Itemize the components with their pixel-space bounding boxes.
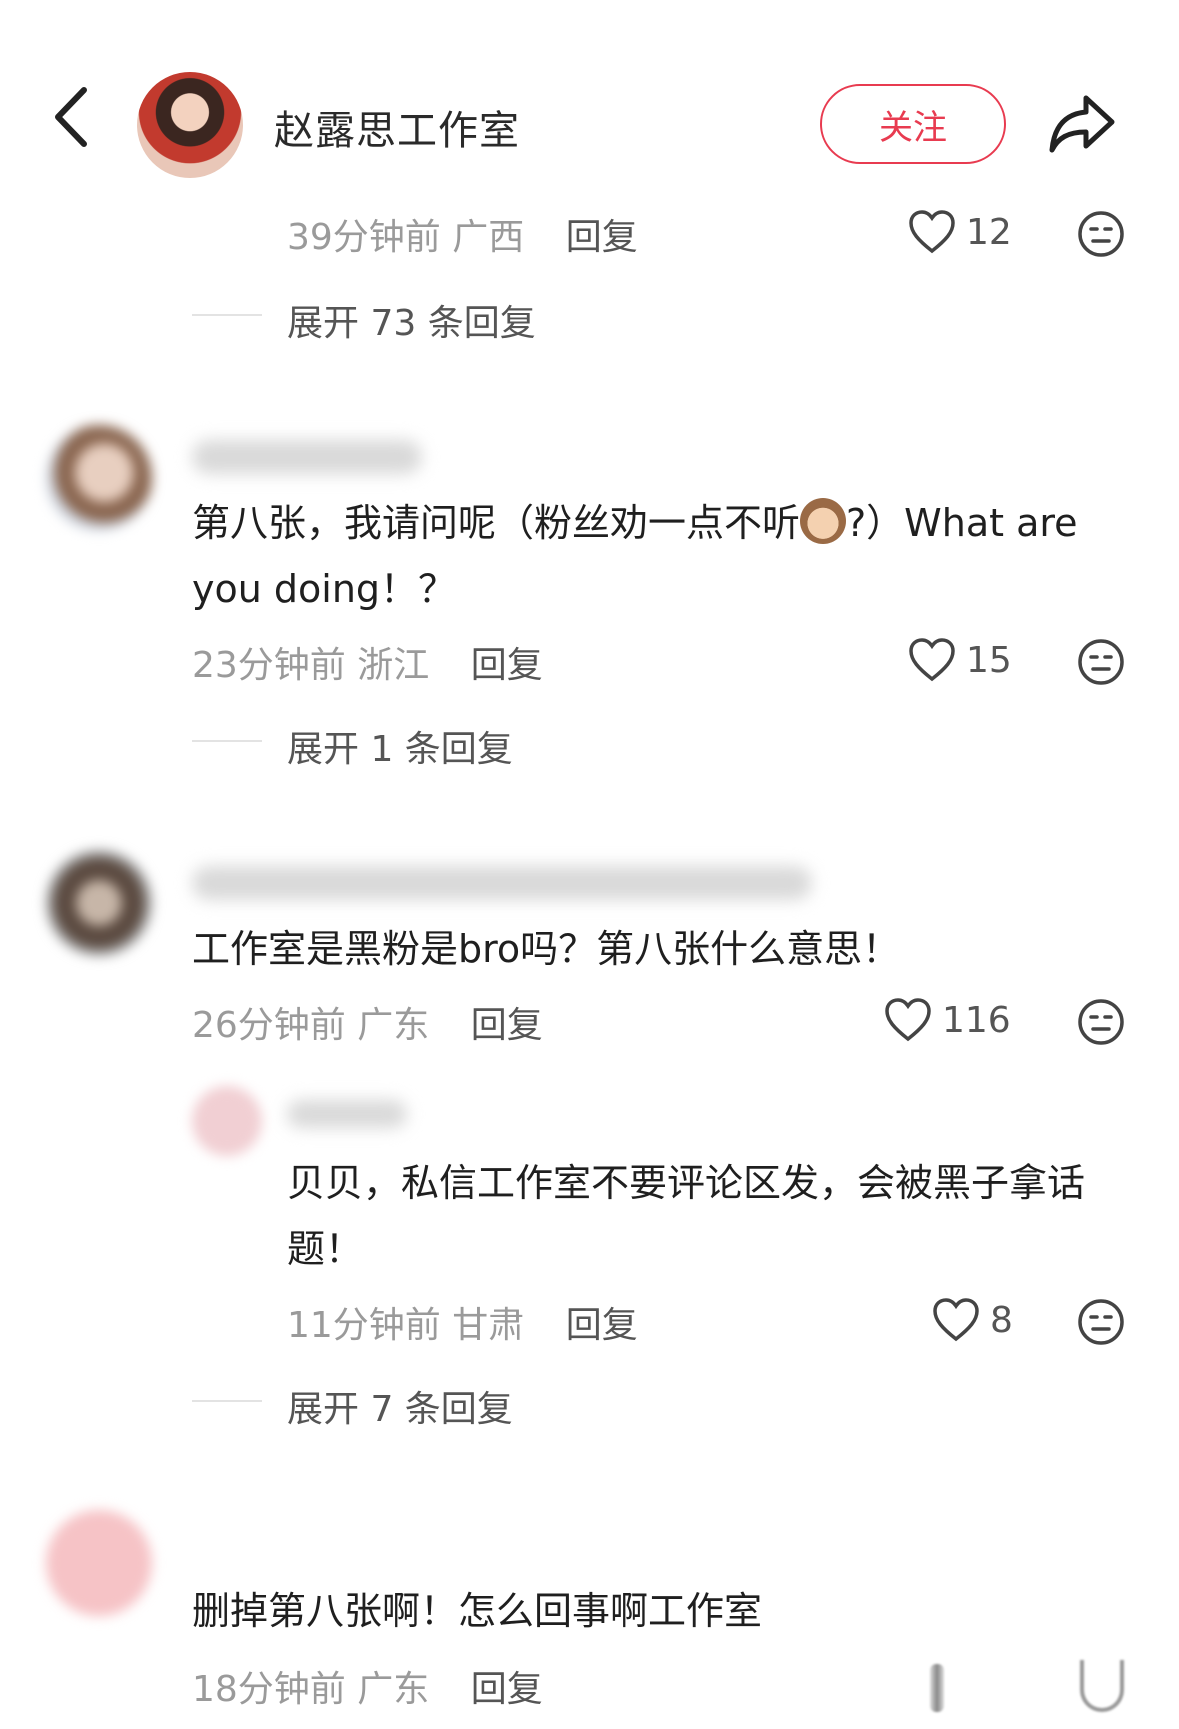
expand-replies-button[interactable]: 展开 73 条回复	[287, 294, 536, 346]
like-count: 12	[966, 211, 1012, 253]
heart-icon	[933, 1298, 979, 1342]
chevron-left-icon	[55, 87, 87, 147]
comment-meta: 26分钟前 广东 回复	[192, 996, 543, 1048]
neutral-face-icon	[1078, 999, 1124, 1045]
comment-time: 23分钟前	[192, 645, 346, 686]
reply-button[interactable]: 回复	[471, 1005, 543, 1046]
back-button[interactable]	[46, 82, 106, 152]
monkey-emoji-icon	[800, 498, 847, 544]
comment-location: 广西	[452, 217, 525, 258]
share-icon	[1049, 95, 1115, 153]
neutral-face-icon	[1078, 211, 1124, 257]
account-name[interactable]: 赵露思工作室	[274, 98, 520, 156]
comment-text: 工作室是黑粉是bro吗？第八张什么意思！	[192, 927, 901, 971]
expand-replies-button[interactable]: 展开 7 条回复	[287, 1380, 513, 1432]
dislike-button[interactable]	[1077, 1298, 1125, 1350]
commenter-avatar[interactable]	[46, 1510, 152, 1616]
reply-button[interactable]: 回复	[471, 1669, 543, 1710]
comment-time: 18分钟前	[192, 1669, 346, 1710]
comment-text: 第八张，我请问呢（粉丝劝一点不听 ?）What are you doing！？	[192, 490, 1092, 622]
comment-meta: 39分钟前 广西 回复	[287, 208, 638, 260]
like-count: 8	[990, 1299, 1013, 1341]
neutral-face-icon	[1078, 639, 1124, 685]
like-button[interactable]: 8	[932, 1298, 1013, 1342]
comment-location: 浙江	[357, 645, 430, 686]
comment-time: 39分钟前	[287, 217, 441, 258]
neutral-face-icon	[1078, 1299, 1124, 1345]
expand-divider	[192, 740, 262, 742]
comment-time: 26分钟前	[192, 1005, 346, 1046]
dislike-button[interactable]	[1077, 210, 1125, 262]
comment-meta: 18分钟前 广东 回复	[192, 1660, 543, 1712]
comment-meta: 11分钟前 甘肃 回复	[287, 1296, 638, 1348]
dislike-button[interactable]	[1077, 638, 1125, 690]
comment-location: 广东	[357, 1669, 430, 1710]
follow-button[interactable]: 关注	[820, 84, 1006, 164]
like-button[interactable]: 12	[908, 210, 1012, 254]
reply-text: 贝贝，私信工作室不要评论区发，会被黑子拿话题！	[287, 1161, 1086, 1271]
reply-button[interactable]: 回复	[471, 645, 543, 686]
like-button[interactable]: 116	[884, 998, 1011, 1042]
comment-location: 甘肃	[452, 1305, 525, 1346]
commenter-avatar[interactable]	[46, 425, 152, 531]
dislike-button[interactable]	[1077, 998, 1125, 1050]
heart-icon	[909, 210, 955, 254]
reply-button[interactable]: 回复	[566, 1305, 638, 1346]
expand-divider	[192, 1400, 262, 1402]
like-button[interactable]: 15	[908, 638, 1012, 682]
like-count: 116	[942, 999, 1011, 1041]
partial-heart-icon	[930, 1664, 944, 1712]
partial-face-icon	[1080, 1660, 1124, 1712]
comment-text: 删掉第八张啊！怎么回事啊工作室	[192, 1589, 763, 1633]
commenter-name-blurred[interactable]	[192, 440, 422, 474]
expand-divider	[192, 314, 262, 316]
reply-button[interactable]: 回复	[566, 217, 638, 258]
commenter-avatar[interactable]	[46, 850, 152, 956]
comment-time: 11分钟前	[287, 1305, 441, 1346]
expand-replies-button[interactable]: 展开 1 条回复	[287, 720, 513, 772]
comment-location: 广东	[357, 1005, 430, 1046]
heart-icon	[909, 638, 955, 682]
commenter-name-blurred[interactable]	[192, 866, 812, 900]
share-button[interactable]	[1046, 88, 1118, 160]
comment-meta: 23分钟前 浙江 回复	[192, 636, 543, 688]
reply-avatar[interactable]	[192, 1086, 262, 1156]
heart-icon	[885, 998, 931, 1042]
like-count: 15	[966, 639, 1012, 681]
account-avatar[interactable]	[137, 72, 243, 178]
reply-name-blurred[interactable]	[287, 1100, 407, 1128]
